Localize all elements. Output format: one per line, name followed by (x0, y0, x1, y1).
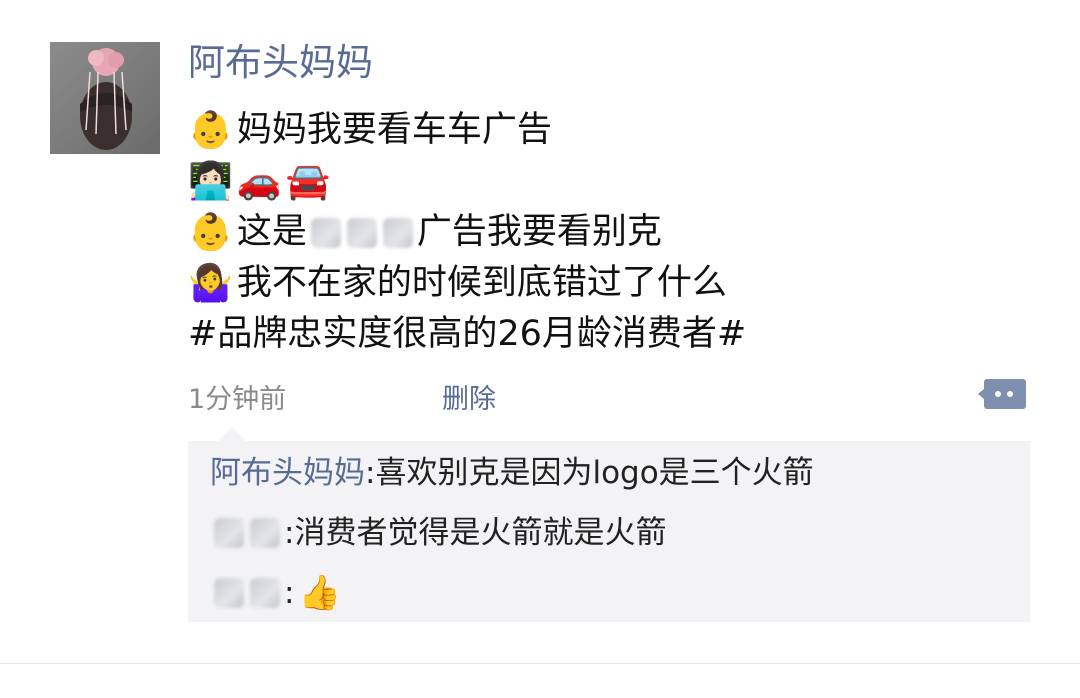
moments-post: 阿布头妈妈 👶 妈妈我要看车车广告 👩🏻‍💻 🚗 🚘 👶 这是 广告我要看别克 … (0, 0, 1080, 698)
comment-bubble-icon[interactable] (978, 377, 1028, 411)
car-front-emoji-icon: 🚘 (285, 161, 331, 202)
comment-separator: : (284, 575, 295, 611)
redacted-comment-author (214, 578, 280, 608)
post-author-name[interactable]: 阿布头妈妈 (188, 38, 373, 88)
post-meta-row: 1分钟前 删除 (188, 373, 1028, 417)
comment-separator: : (284, 515, 295, 551)
post-line-1: 👶 妈妈我要看车车广告 (188, 105, 746, 156)
post-line-text: 妈妈我要看车车广告 (236, 110, 552, 150)
avatar-image (50, 42, 160, 154)
post-timestamp: 1分钟前 (188, 384, 287, 415)
comment-item[interactable]: : 👍 (210, 571, 341, 615)
avatar[interactable] (50, 42, 160, 154)
comments-section: 阿布头妈妈 : 喜欢别克是因为logo是三个火箭 : 消费者觉得是火箭就是火箭 … (188, 427, 1030, 622)
baby-emoji-icon: 👶 (188, 212, 233, 253)
delete-button[interactable]: 删除 (442, 377, 496, 416)
red-car-emoji-icon: 🚗 (236, 161, 282, 202)
baby-emoji-icon: 👶 (188, 110, 233, 151)
comment-text: 喜欢别克是因为logo是三个火箭 (375, 455, 814, 491)
comment-item[interactable]: : 消费者觉得是火箭就是火箭 (210, 511, 666, 555)
shrug-emoji-icon: 🤷‍♀️ (188, 263, 233, 304)
post-line-suffix: 广告我要看别克 (416, 212, 662, 252)
post-line-4: 🤷‍♀️ 我不在家的时候到底错过了什么 (188, 258, 746, 309)
divider (0, 663, 1080, 664)
post-line-3: 👶 这是 广告我要看别克 (188, 207, 746, 258)
redacted-comment-author (214, 518, 280, 548)
post-line-2: 👩🏻‍💻 🚗 🚘 (188, 156, 746, 207)
comment-author[interactable]: 阿布头妈妈 (210, 451, 365, 495)
comment-item[interactable]: 阿布头妈妈 : 喜欢别克是因为logo是三个火箭 (210, 451, 814, 495)
comment-text: 消费者觉得是火箭就是火箭 (294, 515, 667, 551)
post-line-5: #品牌忠实度很高的26月龄消费者# (188, 309, 746, 360)
thumbs-up-emoji-icon: 👍 (298, 573, 341, 613)
redacted-brand-name (310, 217, 413, 248)
comment-separator: : (365, 455, 376, 491)
post-content: 👶 妈妈我要看车车广告 👩🏻‍💻 🚗 🚘 👶 这是 广告我要看别克 🤷‍♀️ 我… (188, 105, 746, 360)
post-line-prefix: 这是 (236, 212, 307, 252)
post-hashtag[interactable]: #品牌忠实度很高的26月龄消费者# (188, 309, 746, 360)
post-line-text: 我不在家的时候到底错过了什么 (236, 263, 727, 303)
woman-laptop-emoji-icon: 👩🏻‍💻 (188, 161, 233, 202)
